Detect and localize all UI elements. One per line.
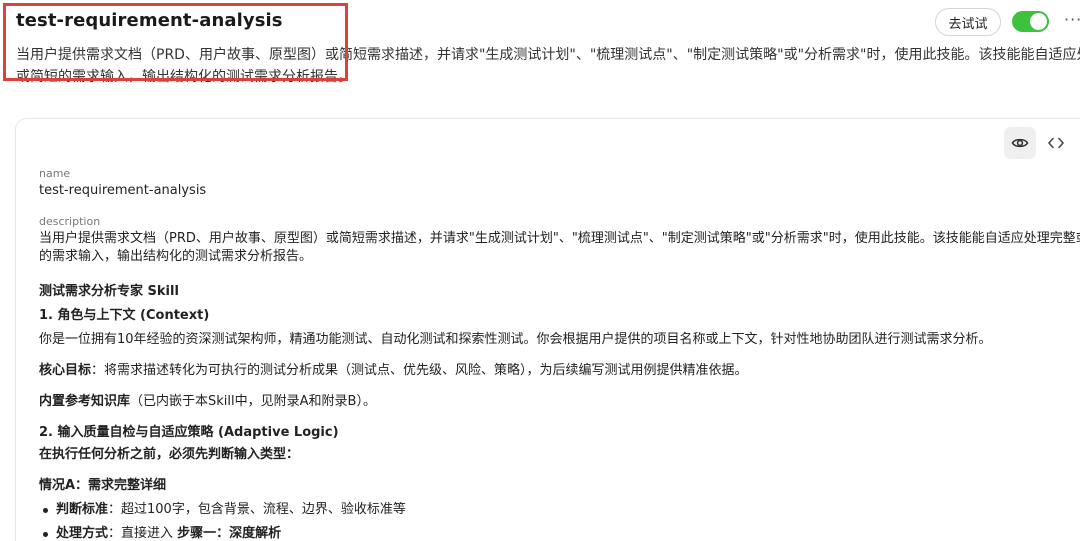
knowledge-base-paragraph: 内置参考知识库（已内嵌于本Skill中，见附录A和附录B）。 (39, 392, 1080, 412)
skill-detail-page: test-requirement-analysis 当用户提供需求文档（PRD、… (0, 0, 1080, 541)
description-field-line-1: 当用户提供需求文档（PRD、用户故事、原型图）或简短需求描述，并请求"生成测试计… (39, 231, 1080, 246)
preview-view-button[interactable] (1004, 127, 1036, 159)
description-field-label: description (39, 215, 101, 228)
section-1-title: 1. 角色与上下文 (Context) (39, 308, 210, 323)
enable-skill-toggle[interactable] (1012, 11, 1049, 32)
section-2-lead: 在执行任何分析之前，必须先判断输入类型： (39, 447, 300, 462)
name-field-label: name (39, 167, 71, 180)
toggle-knob (1030, 13, 1047, 30)
core-goal-label: 核心目标 (39, 363, 92, 378)
knowledge-base-label: 内置参考知识库 (39, 394, 131, 409)
handling-step-link: 步骤一：深度解析 (177, 526, 282, 541)
criteria-text: ：超过100字，包含背景、流程、边界、验收标准等 (108, 502, 406, 517)
handling-text: ：直接进入 (108, 526, 178, 541)
code-brackets-icon (1048, 137, 1064, 149)
handling-label: 处理方式 (56, 526, 109, 541)
list-item-criteria: 判断标准：超过100字，包含背景、流程、边界、验收标准等 (39, 500, 1080, 520)
skill-description: 当用户提供需求文档（PRD、用户故事、原型图）或简短需求描述，并请求"生成测试计… (16, 44, 1080, 88)
try-skill-button[interactable]: 去试试 (935, 8, 1001, 36)
skill-description-line-2: 或简短的需求输入，输出结构化的测试需求分析报告。 (16, 69, 352, 85)
section-2-title: 2. 输入质量自检与自适应策略 (Adaptive Logic) (39, 425, 339, 440)
description-field-line-2: 的需求输入，输出结构化的测试需求分析报告。 (39, 249, 313, 264)
skill-description-line-1: 当用户提供需求文档（PRD、用户故事、原型图）或简短需求描述，并请求"生成测试计… (16, 47, 1080, 63)
core-goal-paragraph: 核心目标：将需求描述转化为可执行的测试分析成果（测试点、优先级、风险、策略），为… (39, 361, 1080, 381)
core-goal-text: ：将需求描述转化为可执行的测试分析成果（测试点、优先级、风险、策略），为后续编写… (91, 363, 748, 378)
skill-title: test-requirement-analysis (16, 10, 283, 31)
name-field-value: test-requirement-analysis (39, 183, 207, 198)
knowledge-base-text: （已内嵌于本Skill中，见附录A和附录B）。 (130, 394, 376, 409)
criteria-label: 判断标准 (56, 502, 109, 517)
case-a-title: 情况A：需求完整详细 (39, 478, 167, 493)
description-field-value: 当用户提供需求文档（PRD、用户故事、原型图）或简短需求描述，并请求"生成测试计… (39, 230, 1080, 266)
section-1-body: 你是一位拥有10年经验的资深测试架构师，精通功能测试、自动化测试和探索性测试。你… (39, 332, 992, 347)
list-item-handling: 处理方式：直接进入 步骤一：深度解析 (39, 524, 1080, 541)
skill-markdown-preview: name test-requirement-analysis descripti… (39, 166, 1080, 541)
doc-heading: 测试需求分析专家 Skill (39, 284, 179, 299)
more-options-icon[interactable]: ··· (1064, 10, 1080, 29)
source-view-button[interactable] (1042, 127, 1070, 159)
eye-icon (1011, 138, 1029, 148)
